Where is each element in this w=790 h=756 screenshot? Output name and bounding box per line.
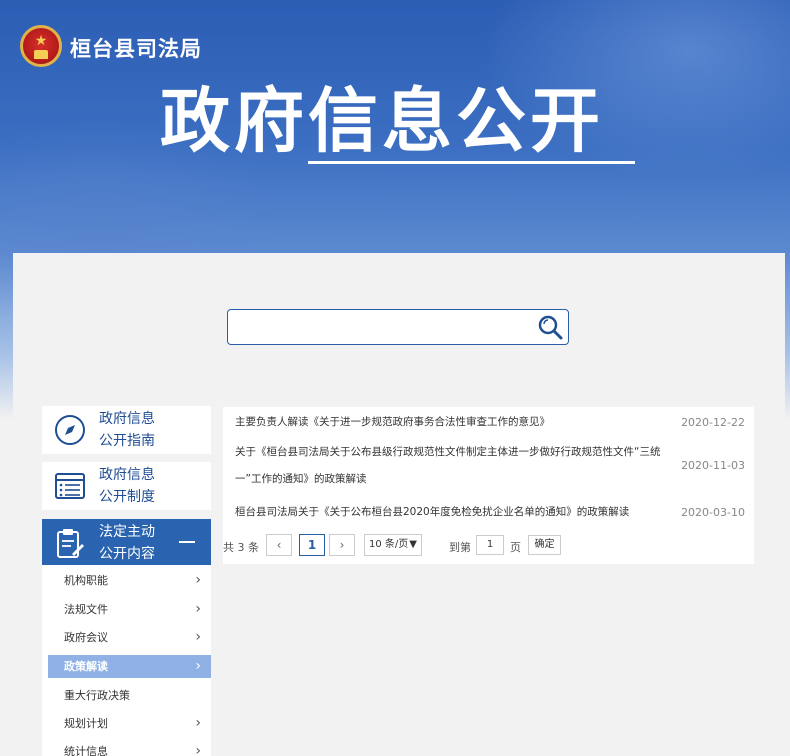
goto-label: 到第: [449, 541, 471, 554]
goto-confirm-button[interactable]: 确定: [528, 535, 561, 555]
chevron-right-icon: ›: [195, 572, 201, 588]
sidebar-card-label: 法定主动 公开内容: [99, 524, 155, 562]
document-list-icon: [55, 473, 85, 499]
list-item-title[interactable]: 主要负责人解读《关于进一步规范政府事务合法性审查工作的意见》: [235, 409, 680, 436]
sidebar-item-label: 法规文件: [64, 603, 108, 616]
search-input[interactable]: [227, 309, 569, 345]
sidebar-item-statistics[interactable]: 统计信息 ›: [48, 740, 211, 756]
collapse-minus-icon[interactable]: [179, 541, 195, 543]
list-item-date: 2020-03-10: [681, 506, 745, 519]
site-name[interactable]: 桓台县司法局: [70, 33, 202, 63]
sidebar-item-label: 政策解读: [64, 660, 108, 673]
sidebar-item-plans[interactable]: 规划计划 ›: [48, 712, 211, 735]
page-title: 政府信息公开: [160, 80, 604, 162]
prev-page-button[interactable]: ‹: [266, 534, 292, 556]
list-item-date: 2020-12-22: [681, 416, 745, 429]
title-underline: [308, 161, 635, 164]
sidebar-card-label: 政府信息 公开指南: [99, 411, 155, 449]
search-icon[interactable]: [536, 313, 564, 341]
sidebar-item-label: 机构职能: [64, 574, 108, 587]
sidebar-card-active-content[interactable]: 法定主动 公开内容: [42, 519, 211, 565]
sidebar-item-label: 重大行政决策: [64, 689, 130, 702]
sidebar-item-major-decisions[interactable]: 重大行政决策: [48, 684, 211, 707]
pagination: 共 3 条 ‹ 1 › 10 条/页 ▼ 到第 1 页 确定: [223, 534, 754, 558]
goto-page-input[interactable]: 1: [476, 535, 504, 555]
sidebar-sub-list: 机构职能 › 法规文件 › 政府会议 › 政策解读 › 重大行政决策 规划计划 …: [42, 565, 211, 756]
sidebar-card-rules[interactable]: 政府信息 公开制度: [42, 462, 211, 510]
page-number-button[interactable]: 1: [299, 534, 325, 556]
compass-icon: [55, 415, 85, 445]
chevron-right-icon: ›: [195, 658, 201, 674]
sidebar-item-regulations[interactable]: 法规文件 ›: [48, 598, 211, 621]
chevron-right-icon: ›: [195, 743, 201, 756]
list-item-title[interactable]: 关于《桓台县司法局关于公布县级行政规范性文件制定主体进一步做好行政规范性文件“三…: [235, 439, 680, 493]
list-item-title[interactable]: 桓台县司法局关于《关于公布桓台县2020年度免检免扰企业名单的通知》的政策解读: [235, 499, 680, 526]
chevron-right-icon: ›: [195, 601, 201, 617]
search-field[interactable]: [234, 314, 524, 340]
page-size-select[interactable]: 10 条/页 ▼: [364, 534, 422, 556]
page-size-value: 10 条/页: [369, 539, 409, 550]
sidebar-card-label: 政府信息 公开制度: [99, 467, 155, 505]
clipboard-edit-icon: [57, 529, 84, 558]
sidebar-item-meetings[interactable]: 政府会议 ›: [48, 626, 211, 649]
national-emblem-icon: ★: [20, 25, 62, 67]
total-count: 共 3 条: [223, 541, 259, 554]
sidebar-item-label: 规划计划: [64, 717, 108, 730]
sidebar-item-institution[interactable]: 机构职能 ›: [48, 569, 211, 592]
list-item-date: 2020-11-03: [681, 459, 745, 472]
chevron-right-icon: ›: [195, 629, 201, 645]
chevron-right-icon: ›: [195, 715, 201, 731]
page-unit-label: 页: [510, 541, 521, 554]
sidebar-item-label: 统计信息: [64, 745, 108, 756]
sidebar-item-label: 政府会议: [64, 631, 108, 644]
sidebar-item-policy-interpretation[interactable]: 政策解读 ›: [48, 655, 211, 678]
next-page-button[interactable]: ›: [329, 534, 355, 556]
sidebar-card-guide[interactable]: 政府信息 公开指南: [42, 406, 211, 454]
chevron-down-icon: ▼: [409, 539, 417, 550]
